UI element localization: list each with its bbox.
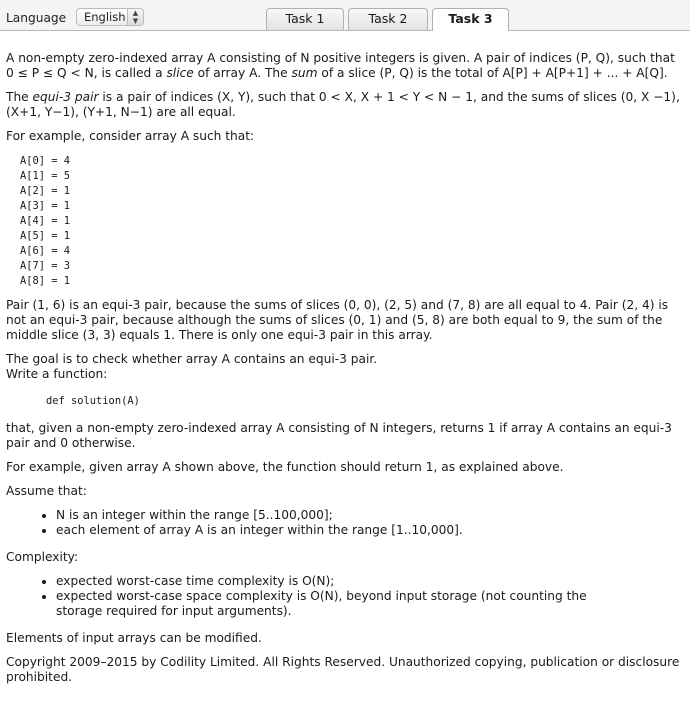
array-entry: A[0] = 4	[20, 155, 71, 167]
returns-paragraph: that, given a non-empty zero-indexed arr…	[6, 421, 672, 450]
list-item: each element of array A is an integer wi…	[56, 523, 684, 538]
function-signature: def solution(A)	[46, 395, 140, 407]
array-entry: A[2] = 1	[20, 185, 71, 197]
complexity-label: Complexity:	[6, 550, 79, 564]
write-function-text: Write a function:	[6, 367, 108, 381]
array-entry: A[3] = 1	[20, 200, 71, 212]
language-value: English	[84, 10, 126, 24]
tab-task-2[interactable]: Task 2	[348, 8, 428, 30]
explanation-paragraph: Pair (1, 6) is an equi-3 pair, because t…	[6, 298, 669, 342]
array-entry: A[5] = 1	[20, 230, 71, 242]
goal-text: The goal is to check whether array A con…	[6, 352, 378, 366]
select-arrows-icon: ▲ ▼	[127, 9, 143, 25]
definition-text-1: The	[6, 90, 33, 104]
array-entry: A[4] = 1	[20, 215, 71, 227]
task-description: A non-empty zero-indexed array A consist…	[0, 51, 690, 685]
modifiable-note: Elements of input arrays can be modified…	[6, 631, 262, 645]
array-listing: A[0] = 4 A[1] = 5 A[2] = 1 A[3] = 1 A[4]…	[20, 154, 684, 289]
language-label: Language	[6, 11, 67, 25]
array-entry: A[6] = 4	[20, 245, 71, 257]
example-result-text: For example, given array A shown above, …	[6, 460, 564, 474]
intro-text-3: of a slice (P, Q) is the total of A[P] +…	[317, 66, 668, 80]
term-sum: sum	[291, 66, 318, 80]
list-item: expected worst-case time complexity is O…	[56, 574, 684, 589]
complexity-list: expected worst-case time complexity is O…	[6, 574, 684, 619]
assume-label: Assume that:	[6, 484, 87, 498]
copyright-notice: Copyright 2009–2015 by Codility Limited.…	[6, 655, 680, 684]
definition-text-2: is a pair of indices (X, Y), such that 0…	[6, 90, 680, 119]
array-entry: A[1] = 5	[20, 170, 71, 182]
intro-text-2: of array A. The	[193, 66, 292, 80]
array-entry: A[8] = 1	[20, 275, 71, 287]
definition-paragraph: The equi-3 pair is a pair of indices (X,…	[6, 90, 684, 120]
assumptions-list: N is an integer within the range [5..100…	[6, 508, 684, 538]
array-entry: A[7] = 3	[20, 260, 71, 272]
task-toolbar: Language English ▲ ▼ Task 1 Task 2 Task 3	[0, 0, 690, 31]
language-select[interactable]: English ▲ ▼	[76, 8, 144, 26]
tab-task-1[interactable]: Task 1	[266, 8, 344, 30]
list-item: expected worst-case space complexity is …	[56, 589, 684, 619]
intro-paragraph: A non-empty zero-indexed array A consist…	[6, 51, 684, 81]
example-intro: For example, consider array A such that:	[6, 129, 255, 143]
term-slice: slice	[166, 66, 194, 80]
list-item: N is an integer within the range [5..100…	[56, 508, 684, 523]
term-equi3-pair: equi-3 pair	[32, 90, 99, 104]
tab-task-3[interactable]: Task 3	[432, 8, 509, 31]
